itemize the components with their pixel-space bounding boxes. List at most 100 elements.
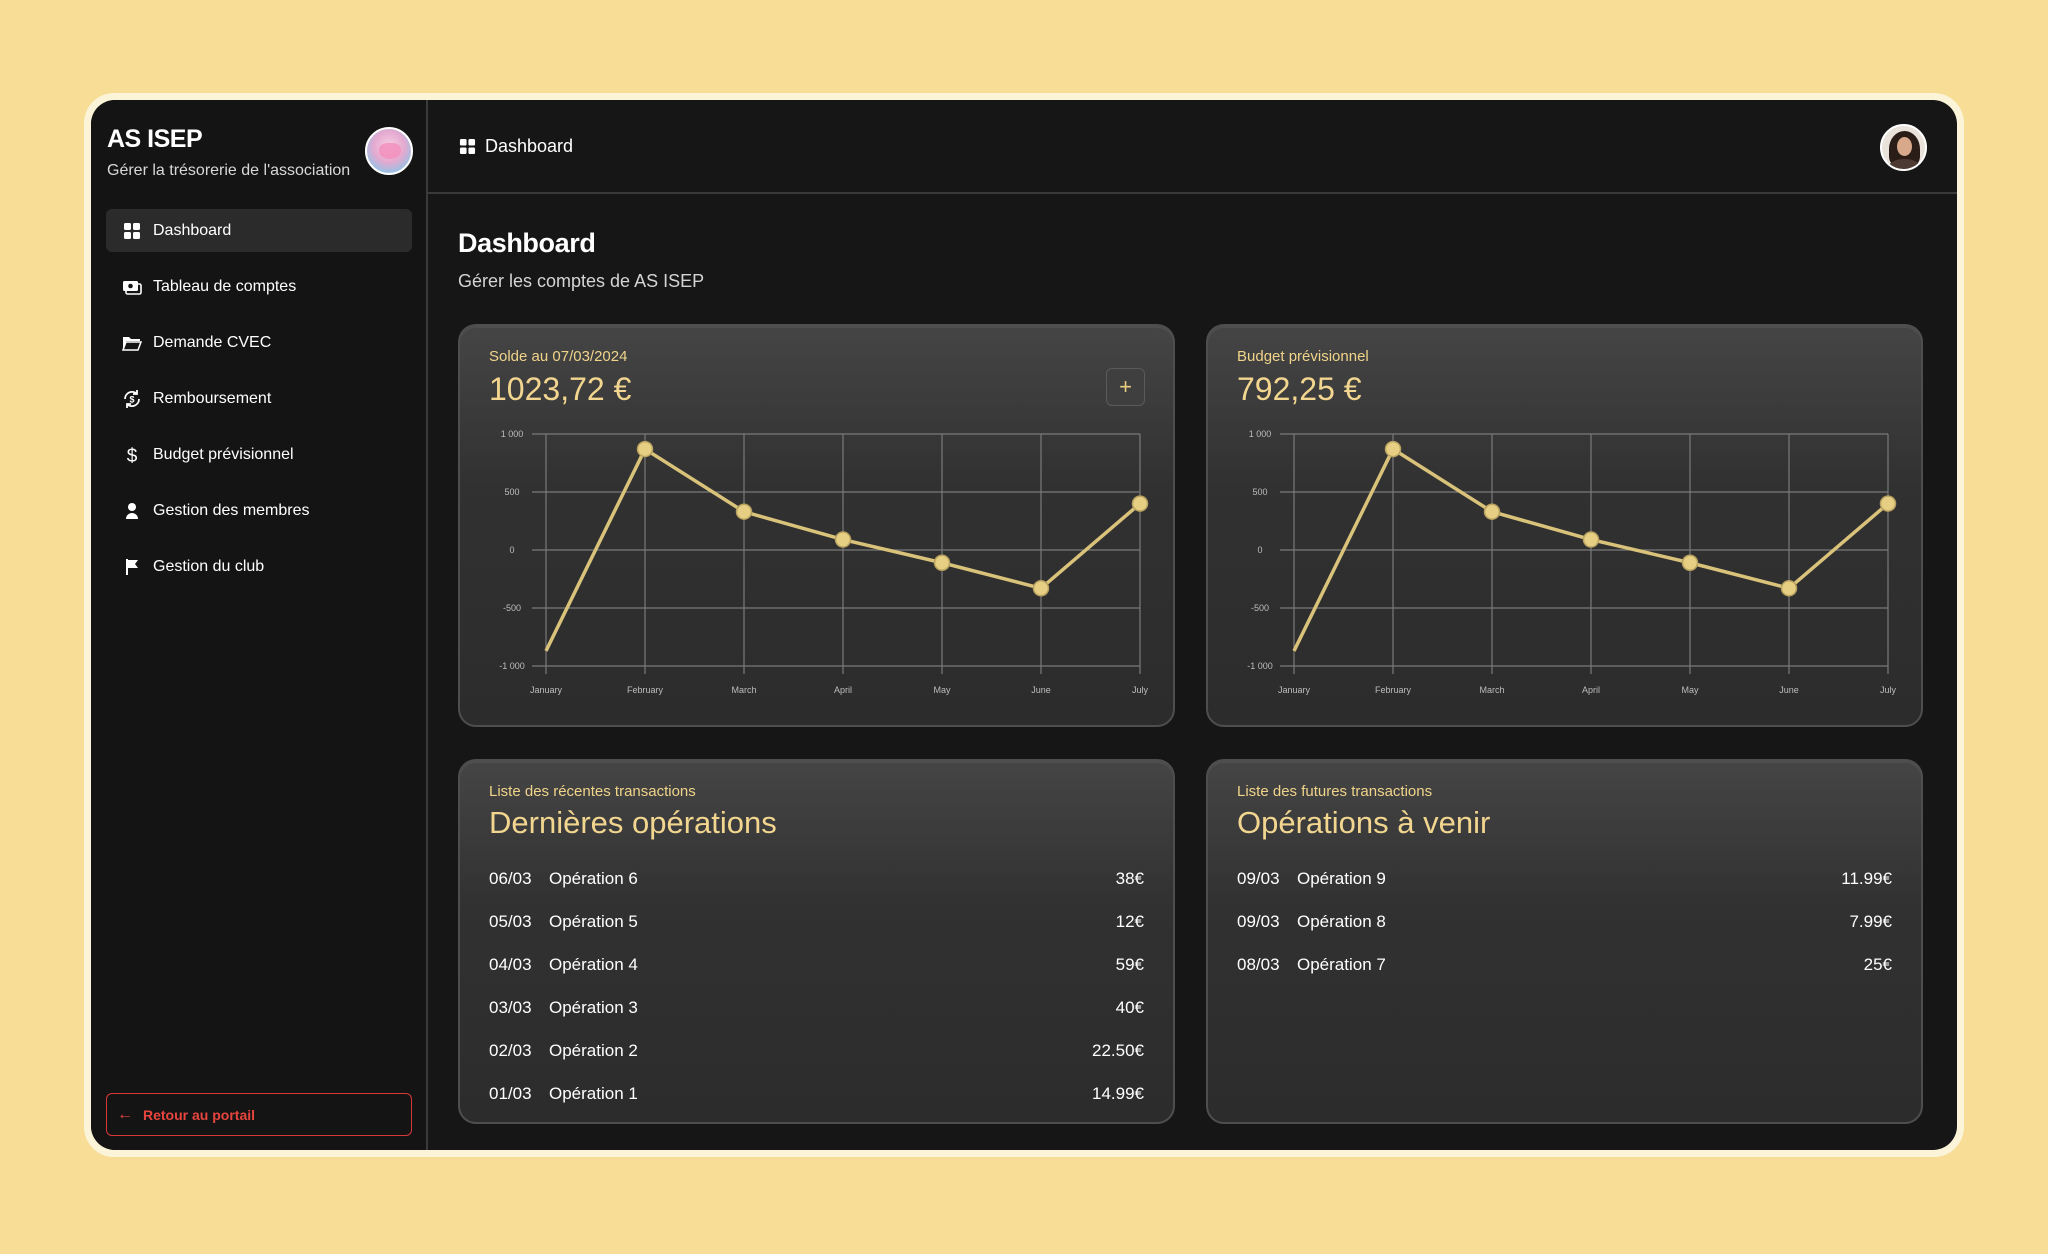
transaction-amount: 25€ [1863,954,1892,974]
sidebar-item-gestion-des-membres[interactable]: Gestion des membres [106,489,412,532]
data-point[interactable] [1131,495,1149,512]
data-point[interactable] [1384,440,1402,458]
transaction-date: 06/03 [489,868,532,888]
x-tick-label: April [1582,685,1600,695]
recent-transactions-card: Liste des récentes transactions Dernière… [458,759,1175,1124]
y-tick-label: 1 000 [501,429,524,439]
user-icon [122,501,142,521]
y-tick-label: -500 [503,603,521,613]
folder-icon [122,333,142,353]
transaction-name: Opération 2 [549,1040,638,1060]
sidebar-item-label: Dashboard [153,221,232,239]
transaction-name: Opération 5 [549,911,638,931]
x-tick-label: July [1880,685,1897,695]
sidebar-nav: Dashboard Tableau de comptes Demande CVE… [106,209,412,601]
y-tick-label: -500 [1251,603,1269,613]
transaction-amount: 12€ [1115,911,1144,931]
data-point[interactable] [636,440,654,458]
refund-icon: $ [122,389,142,409]
data-point[interactable] [933,554,951,572]
x-tick-label: March [1479,685,1504,695]
x-tick-label: February [627,685,664,695]
user-avatar[interactable] [1880,124,1927,171]
budget-card: Budget prévisionnel 792,25 € 1 000 500 0 -5… [1206,324,1923,727]
transaction-row[interactable]: 03/03 Opération 3 40€ [489,986,1144,1029]
x-tick-label: June [1779,685,1799,695]
data-point[interactable] [834,531,852,548]
sidebar-item-label: Demande CVEC [153,333,272,351]
balance-chart: 1 000 500 0 -500 -1 000 January February March A… [499,429,1149,695]
brand-title: AS ISEP [107,125,203,153]
transaction-date: 08/03 [1237,954,1280,974]
transaction-row[interactable]: 08/03 Opération 7 25€ [1237,943,1892,986]
svg-text:$: $ [129,394,134,404]
transaction-row[interactable]: 06/03 Opération 6 38€ [489,857,1144,900]
sidebar-item-remboursement[interactable]: $ Remboursement [106,377,412,420]
page-title: Dashboard [458,228,596,258]
transaction-row[interactable]: 04/03 Opération 4 59€ [489,943,1144,986]
balance-card: Solde au 07/03/2024 1023,72 € + 1 000 500… [458,324,1175,727]
x-tick-label: March [731,685,756,695]
brand: AS ISEP Gérer la trésorerie de l'associa… [107,125,350,180]
x-tick-label: July [1132,685,1149,695]
data-point[interactable] [1780,580,1798,597]
add-transaction-button[interactable]: + [1106,368,1145,406]
transaction-row[interactable]: 02/03 Opération 2 22.50€ [489,1029,1144,1072]
sidebar-item-demande-cvec[interactable]: Demande CVEC [106,321,412,364]
sidebar-item-budget-previsionnel[interactable]: $ Budget prévisionnel [106,433,412,476]
sidebar-item-label: Remboursement [153,389,272,407]
transaction-date: 05/03 [489,911,532,931]
data-point[interactable] [1032,580,1050,597]
flag-icon [122,557,142,577]
dollar-icon: $ [122,445,142,465]
arrow-left-icon: ← [117,1105,133,1123]
transaction-name: Opération 7 [1297,954,1386,974]
transaction-name: Opération 9 [1297,868,1386,888]
upcoming-transactions-list: 09/03 Opération 9 11.99€ 09/03 Opération 8 7… [1237,857,1892,986]
transaction-amount: 14.99€ [1092,1083,1144,1103]
breadcrumb[interactable]: Dashboard [457,136,573,157]
recent-transactions-label: Liste des récentes transactions [489,783,696,800]
transaction-row[interactable]: 01/03 Opération 1 14.99€ [489,1072,1144,1115]
x-tick-label: June [1031,685,1051,695]
transaction-amount: 59€ [1115,954,1144,974]
page-header: Dashboard Gérer les comptes de AS ISEP [458,228,704,292]
breadcrumb-label: Dashboard [485,135,574,156]
transaction-amount: 38€ [1115,868,1144,888]
transaction-amount: 11.99€ [1841,868,1892,888]
data-point[interactable] [735,503,753,520]
upcoming-transactions-label: Liste des futures transactions [1237,783,1433,800]
grid-icon [122,221,142,241]
back-to-portal-label: Retour au portail [143,1106,256,1123]
transaction-name: Opération 1 [549,1083,638,1103]
club-logo[interactable] [365,127,413,175]
x-tick-label: April [834,685,852,695]
y-tick-label: -1 000 [1247,661,1273,671]
page-subtitle: Gérer les comptes de AS ISEP [458,271,705,291]
recent-transactions-heading: Dernières opérations [489,805,777,840]
transaction-date: 01/03 [489,1083,532,1103]
transaction-row[interactable]: 05/03 Opération 5 12€ [489,900,1144,943]
data-point[interactable] [1483,503,1501,520]
sidebar-item-dashboard[interactable]: Dashboard [106,209,412,252]
recent-transactions-list: 06/03 Opération 6 38€ 05/03 Opération 5 12€ … [489,857,1144,1115]
topbar: Dashboard [428,100,1957,194]
transaction-row[interactable]: 09/03 Opération 9 11.99€ [1237,857,1892,900]
transaction-date: 03/03 [489,997,532,1017]
sidebar-item-label: Budget prévisionnel [153,445,294,463]
transaction-amount: 7.99€ [1849,911,1892,931]
data-point[interactable] [1681,554,1699,572]
x-tick-label: February [1375,685,1412,695]
transaction-name: Opération 3 [549,997,638,1017]
back-to-portal-button[interactable]: ← Retour au portail [106,1093,412,1136]
y-tick-label: -1 000 [499,661,525,671]
transaction-date: 02/03 [489,1040,532,1060]
sidebar-item-gestion-du-club[interactable]: Gestion du club [106,545,412,588]
upcoming-transactions-heading: Opérations à venir [1237,805,1491,840]
transaction-name: Opération 6 [549,868,638,888]
data-point[interactable] [1582,531,1600,548]
sidebar-item-tableau-de-comptes[interactable]: Tableau de comptes [106,265,412,308]
transaction-row[interactable]: 09/03 Opération 8 7.99€ [1237,900,1892,943]
data-point[interactable] [1879,495,1897,512]
main-content: Dashboard Dashboard Gérer les comptes de… [428,100,1957,1150]
